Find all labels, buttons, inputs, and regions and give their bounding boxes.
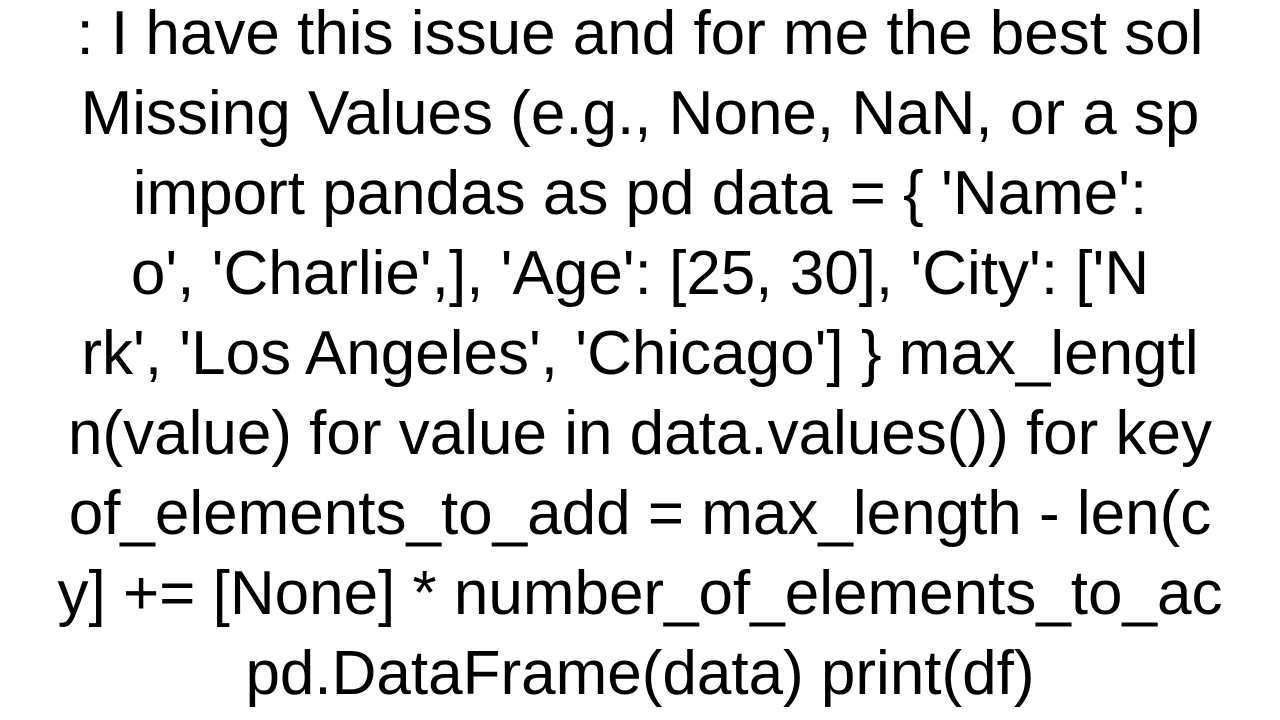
text-line-4: o', 'Charlie',], 'Age': [25, 30], 'City'…: [131, 239, 1149, 308]
text-line-8: y] += [None] * number_of_elements_to_ac: [58, 559, 1223, 628]
code-explanation-text: : I have this issue and for me the best …: [0, 0, 1280, 714]
text-line-6: n(value) for value in data.values()) for…: [68, 399, 1212, 468]
text-line-1: : I have this issue and for me the best …: [77, 0, 1204, 68]
text-line-5: rk', 'Los Angeles', 'Chicago'] } max_len…: [81, 319, 1198, 388]
text-line-9: pd.DataFrame(data) print(df): [245, 639, 1034, 708]
text-line-3: import pandas as pd data = { 'Name':: [133, 159, 1148, 228]
text-line-2: Missing Values (e.g., None, NaN, or a sp: [81, 79, 1200, 148]
text-line-7: of_elements_to_add = max_length - len(c: [69, 479, 1212, 548]
